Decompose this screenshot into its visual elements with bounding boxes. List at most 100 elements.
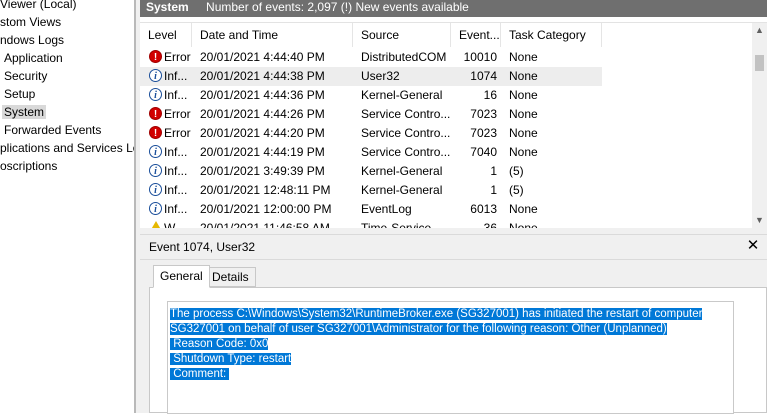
cell-task-category: None	[509, 50, 538, 64]
cell-source: User32	[361, 69, 400, 83]
cell-level: Error	[164, 50, 191, 64]
tree-item-setup[interactable]: Setup	[4, 85, 35, 103]
table-row[interactable]: ! Error 20/01/2021 4:44:40 PM DistributedCO…	[140, 48, 752, 67]
tree-item-system[interactable]: System	[2, 103, 47, 121]
column-header-event-id[interactable]: Event...	[451, 23, 501, 47]
tree-item-label: Viewer (Local)	[0, 0, 77, 11]
close-icon[interactable]: ✕	[746, 237, 760, 255]
tree-item-label: ndows Logs	[0, 33, 65, 47]
tree-item-windows-logs[interactable]: ndows Logs	[0, 31, 64, 49]
cell-source: EventLog	[361, 202, 412, 216]
tree-item-label: Setup	[4, 87, 36, 101]
cell-date-time: 20/01/2021 4:44:40 PM	[200, 50, 325, 64]
cell-event-id: 7023	[470, 126, 497, 140]
pane-splitter[interactable]	[140, 228, 767, 235]
cell-date-time: 20/01/2021 12:48:11 PM	[200, 183, 331, 197]
cell-event-id: 7040	[470, 145, 497, 159]
tree-item-custom-views[interactable]: stom Views	[0, 13, 61, 31]
tree-item-label: oscriptions	[0, 159, 58, 173]
scroll-up-icon[interactable]: ▲	[752, 23, 767, 37]
message-line: SG327001 on behalf of user SG327001\Admi…	[170, 323, 667, 335]
cell-source: Kernel-General	[361, 88, 443, 102]
tree-item-forwarded-events[interactable]: Forwarded Events	[4, 121, 101, 139]
cell-date-time: 20/01/2021 4:44:38 PM	[200, 69, 325, 83]
tree-item-subscriptions[interactable]: oscriptions	[0, 157, 57, 175]
cell-level: Inf...	[164, 164, 188, 178]
cell-level: Error	[164, 126, 191, 140]
cell-date-time: 20/01/2021 4:44:36 PM	[200, 88, 325, 102]
events-scrollbar[interactable]: ▲ ▼	[752, 23, 767, 229]
tree-item-security[interactable]: Security	[4, 67, 47, 85]
cell-event-id: 1	[490, 164, 497, 178]
error-icon: !	[149, 126, 162, 139]
cell-task-category: (5)	[509, 183, 524, 197]
tab-general[interactable]: General	[153, 265, 210, 288]
cell-source: Kernel-General	[361, 183, 443, 197]
cell-task-category: None	[509, 145, 538, 159]
event-details-title: Event 1074, User32	[149, 240, 256, 254]
table-row[interactable]: ! Error 20/01/2021 4:44:26 PM Service Contr…	[140, 105, 752, 124]
table-row[interactable]: i Inf... 20/01/2021 12:00:00 PM EventLog 601…	[140, 200, 752, 219]
table-row[interactable]: i Inf... 20/01/2021 4:44:19 PM Service Cont…	[140, 143, 752, 162]
tree-item-label: Forwarded Events	[4, 123, 102, 137]
cell-task-category: None	[509, 107, 538, 121]
tree-item-applications-and-services-logs[interactable]: plications and Services Lo	[0, 139, 134, 157]
column-header-task-category[interactable]: Task Category	[501, 23, 602, 47]
cell-source: Service Contro...	[361, 126, 451, 140]
cell-task-category: None	[509, 69, 538, 83]
cell-task-category: None	[509, 202, 538, 216]
cell-source: DistributedCOM	[361, 50, 447, 64]
table-row[interactable]: i Inf... 20/01/2021 4:44:38 PM User32 1074 No…	[140, 67, 752, 86]
cell-task-category: None	[509, 126, 538, 140]
message-line: Reason Code: 0x0	[170, 338, 269, 350]
column-header-source[interactable]: Source	[353, 23, 451, 47]
table-row[interactable]: i Inf... 20/01/2021 3:49:39 PM Kernel-Gener…	[140, 162, 752, 181]
cell-level: Inf...	[164, 145, 188, 159]
info-icon: i	[149, 88, 162, 101]
scroll-down-icon[interactable]: ▼	[752, 213, 767, 227]
error-icon: !	[149, 107, 162, 120]
cell-level: Inf...	[164, 88, 188, 102]
info-icon: i	[149, 202, 162, 215]
table-row[interactable]: i Inf... 20/01/2021 12:48:11 PM Kernel-Gene…	[140, 181, 752, 200]
cell-date-time: 20/01/2021 4:44:19 PM	[200, 145, 325, 159]
column-header-level[interactable]: Level	[140, 23, 192, 47]
table-row[interactable]: i Inf... 20/01/2021 4:44:36 PM Kernel-Gener…	[140, 86, 752, 105]
event-details-pane: Event 1074, User32 ✕ General Details The…	[140, 235, 767, 414]
message-line: Comment:	[170, 368, 230, 380]
general-tab-panel: The process C:\Windows\System32\RuntimeB…	[149, 287, 767, 414]
cell-level: Inf...	[164, 183, 188, 197]
info-icon: i	[149, 183, 162, 196]
log-header: System Number of events: 2,097 (!) New e…	[140, 0, 767, 17]
log-title: System	[146, 0, 189, 14]
cell-event-id: 6013	[470, 202, 497, 216]
tree-item-label: Application	[4, 51, 63, 65]
event-message-text[interactable]: The process C:\Windows\System32\RuntimeB…	[170, 307, 730, 382]
cell-level: Error	[164, 107, 191, 121]
cell-task-category: None	[509, 88, 538, 102]
events-table: Level Date and Time Source Event... Task…	[140, 22, 767, 229]
tab-details[interactable]: Details	[205, 267, 256, 287]
message-line: Shutdown Type: restart	[170, 353, 292, 365]
cell-source: Service Contro...	[361, 107, 451, 121]
event-count-status: Number of events: 2,097 (!) New events a…	[206, 0, 469, 14]
cell-date-time: 20/01/2021 3:49:39 PM	[200, 164, 325, 178]
message-line: The process C:\Windows\System32\RuntimeB…	[170, 308, 703, 320]
table-row[interactable]: ! Error 20/01/2021 4:44:20 PM Service Contr…	[140, 124, 752, 143]
tree-item-event-viewer-local[interactable]: Viewer (Local)	[0, 0, 76, 13]
cell-task-category: (5)	[509, 164, 524, 178]
tree-item-label: Security	[4, 69, 48, 83]
tree-item-label: stom Views	[0, 15, 62, 29]
tree-item-label: System	[2, 105, 47, 119]
cell-level: Inf...	[164, 69, 188, 83]
cell-source: Kernel-General	[361, 164, 443, 178]
cell-date-time: 20/01/2021 4:44:20 PM	[200, 126, 325, 140]
event-message-box[interactable]: The process C:\Windows\System32\RuntimeB…	[167, 301, 734, 414]
cell-date-time: 20/01/2021 4:44:26 PM	[200, 107, 325, 121]
tree-item-application[interactable]: Application	[4, 49, 63, 67]
tree-item-label: plications and Services Lo	[0, 141, 134, 155]
scroll-thumb[interactable]	[755, 55, 764, 71]
cell-event-id: 7023	[470, 107, 497, 121]
column-header-date-and-time[interactable]: Date and Time	[192, 23, 353, 47]
divider	[140, 259, 767, 260]
